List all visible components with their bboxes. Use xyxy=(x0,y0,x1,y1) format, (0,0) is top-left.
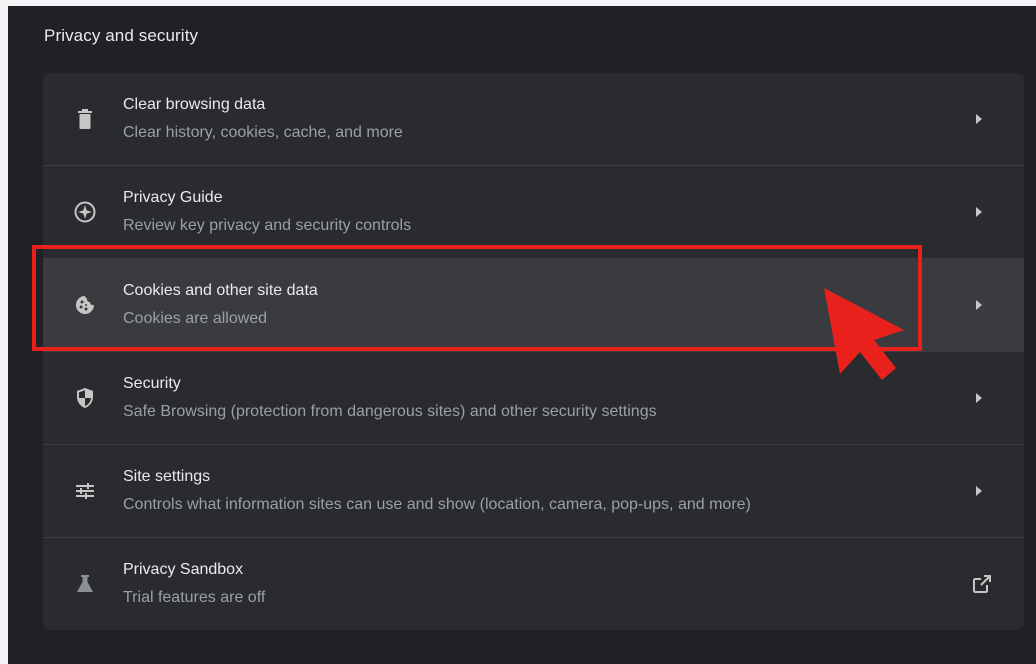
row-subtitle: Cookies are allowed xyxy=(123,310,268,327)
row-title: Security xyxy=(123,375,181,392)
privacy-sandbox-row[interactable]: Privacy Sandbox Trial features are off xyxy=(43,538,1024,630)
cookies-site-data-row[interactable]: Cookies and other site data Cookies are … xyxy=(43,259,1024,351)
privacy-guide-row[interactable]: Privacy Guide Review key privacy and sec… xyxy=(43,166,1024,258)
security-row[interactable]: Security Safe Browsing (protection from … xyxy=(43,352,1024,444)
row-title: Clear browsing data xyxy=(123,96,266,113)
settings-page: Privacy and security Clear browsing data… xyxy=(8,6,1036,664)
row-subtitle: Controls what information sites can use … xyxy=(123,496,751,513)
row-title: Site settings xyxy=(123,468,211,485)
shield-icon xyxy=(73,386,97,410)
row-title: Privacy Sandbox xyxy=(123,561,244,578)
chevron-right-icon xyxy=(972,205,986,219)
row-subtitle: Review key privacy and security controls xyxy=(123,217,412,234)
tune-icon xyxy=(73,479,97,503)
row-subtitle: Clear history, cookies, cache, and more xyxy=(123,124,403,141)
site-settings-row[interactable]: Site settings Controls what information … xyxy=(43,445,1024,537)
chevron-right-icon xyxy=(972,112,986,126)
chevron-right-icon xyxy=(972,484,986,498)
chevron-right-icon xyxy=(972,298,986,312)
external-link-icon[interactable] xyxy=(970,572,994,596)
section-title: Privacy and security xyxy=(44,26,199,45)
row-title: Cookies and other site data xyxy=(123,282,318,299)
row-subtitle: Safe Browsing (protection from dangerous… xyxy=(123,403,657,420)
flask-icon xyxy=(73,572,97,596)
chevron-right-icon xyxy=(972,391,986,405)
clear-browsing-data-row[interactable]: Clear browsing data Clear history, cooki… xyxy=(43,73,1024,165)
privacy-security-card: Clear browsing data Clear history, cooki… xyxy=(43,73,1024,630)
compass-icon xyxy=(73,200,97,224)
cookie-icon xyxy=(73,293,97,317)
trash-icon xyxy=(73,107,97,131)
row-subtitle: Trial features are off xyxy=(123,589,266,606)
row-title: Privacy Guide xyxy=(123,189,223,206)
